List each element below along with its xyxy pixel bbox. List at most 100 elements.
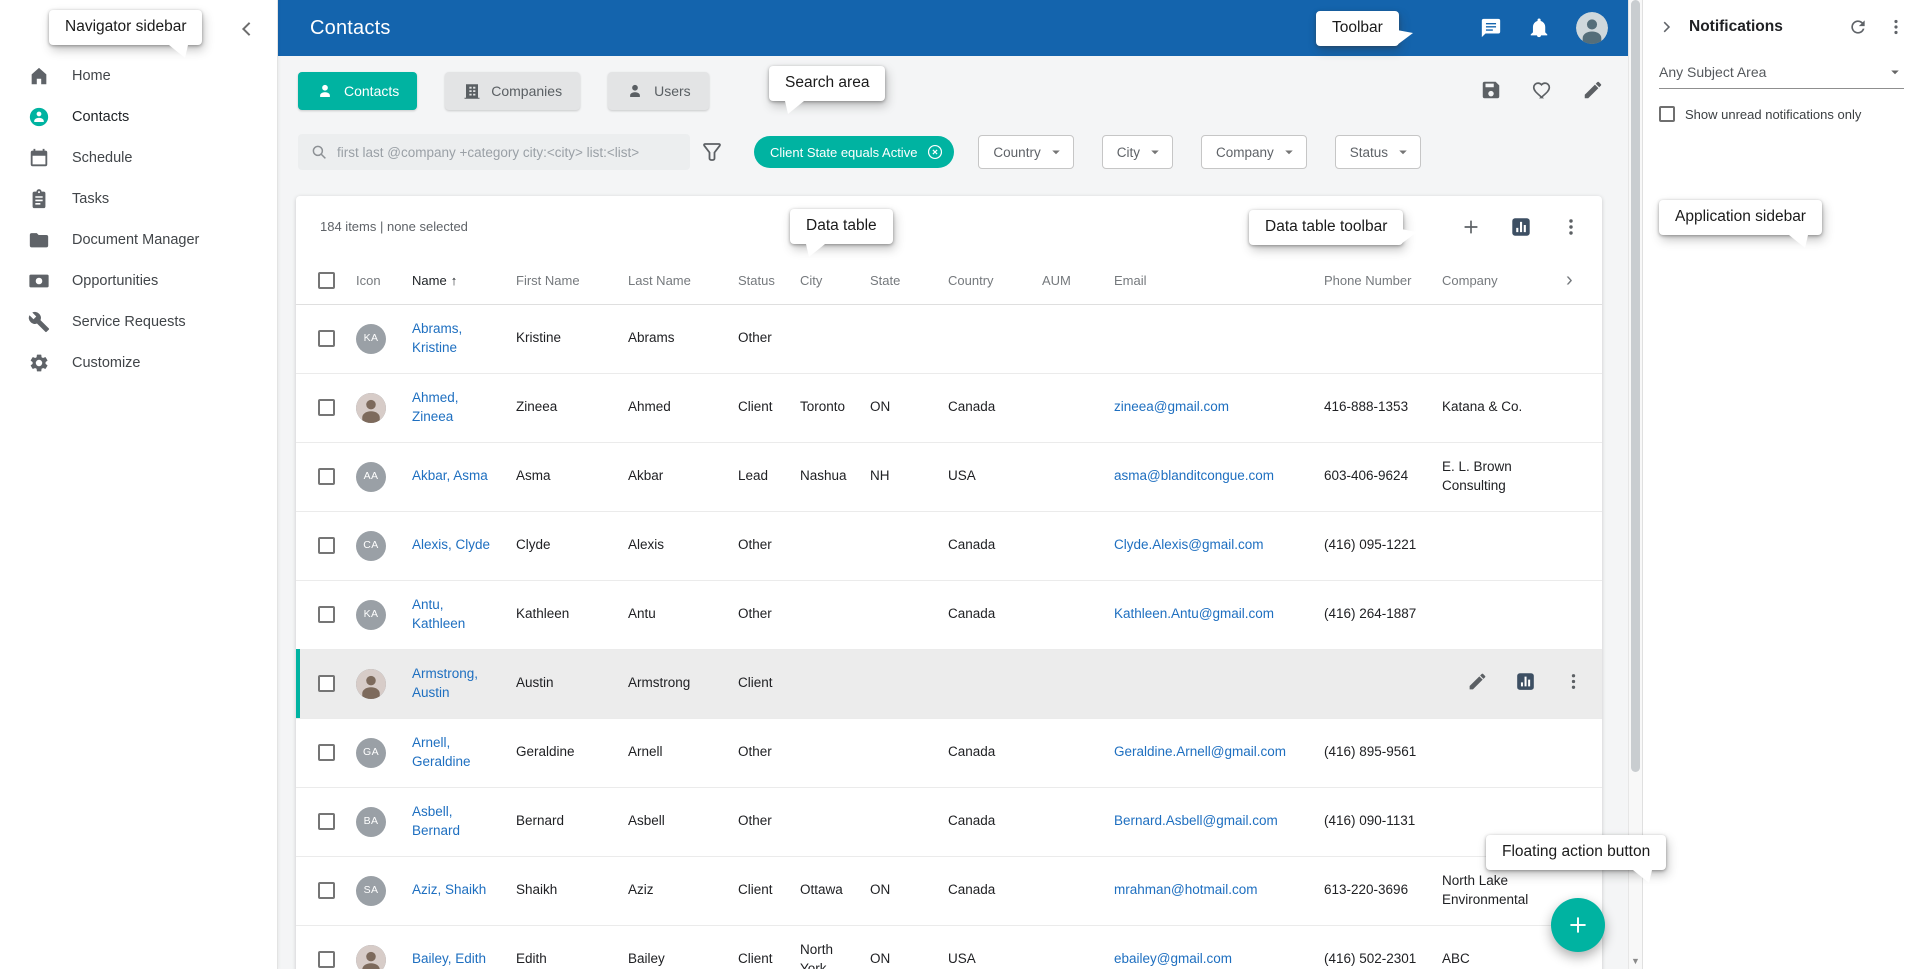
navigator-menu: Home ContactsScheduleTasksDocument Manage… [0, 55, 277, 383]
sidebar-item-tasks[interactable]: Tasks [0, 178, 277, 219]
row-checkbox[interactable] [318, 468, 335, 485]
column-header-first-name[interactable]: First Name [516, 257, 628, 304]
more-options-button[interactable] [1560, 216, 1582, 238]
contact-name-link[interactable]: Asbell, Bernard [412, 803, 494, 839]
column-header-name[interactable]: Name↑ [412, 257, 516, 304]
sidebar-item-home[interactable]: Home [0, 55, 277, 96]
scroll-columns-right-button[interactable]: › [1566, 269, 1573, 291]
contact-name-link[interactable]: Ahmed, Zineea [412, 389, 494, 425]
active-filter-chip[interactable]: Client State equals Active [754, 136, 954, 168]
sidebar-item-customize[interactable]: Customize [0, 342, 277, 383]
column-header-country[interactable]: Country [948, 257, 1042, 304]
view-tab-contacts[interactable]: Contacts [298, 72, 417, 110]
table-row[interactable]: KAAntu, KathleenKathleenAntuOtherCanadaK… [296, 580, 1602, 649]
scrollbar-thumb[interactable] [1631, 0, 1640, 772]
floating-action-button[interactable] [1551, 898, 1605, 952]
filter-city-dropdown[interactable]: City [1102, 135, 1173, 169]
sidebar-item-document-manager[interactable]: Document Manager [0, 219, 277, 260]
filter-chip-label: Client State equals Active [770, 145, 917, 160]
contact-name-link[interactable]: Aziz, Shaikh [412, 881, 486, 899]
sidebar-item-label: Customize [72, 355, 141, 371]
add-record-button[interactable] [1460, 216, 1482, 238]
chevron-down-icon [1047, 143, 1065, 161]
table-row[interactable]: BAAsbell, BernardBernardAsbellOtherCanad… [296, 787, 1602, 856]
contact-email-link[interactable]: zineea@gmail.com [1114, 399, 1229, 414]
scroll-down-arrow[interactable]: ▼ [1629, 956, 1642, 966]
contact-name-link[interactable]: Armstrong, Austin [412, 665, 494, 701]
table-row[interactable]: Ahmed, ZineeaZineeaAhmedClientTorontoONC… [296, 373, 1602, 442]
row-checkbox[interactable] [318, 951, 335, 968]
unread-only-checkbox[interactable] [1659, 106, 1675, 122]
vertical-scrollbar[interactable]: ▼ [1628, 0, 1642, 969]
column-header-state[interactable]: State [870, 257, 948, 304]
edit-button[interactable] [1582, 79, 1604, 101]
funnel-icon [700, 140, 724, 164]
contact-email-link[interactable]: asma@blanditcongue.com [1114, 468, 1274, 483]
column-header-aum[interactable]: AUM [1042, 257, 1114, 304]
column-header-company[interactable]: Company [1442, 257, 1566, 304]
refresh-button[interactable] [1848, 17, 1868, 37]
notifications-bell-button[interactable] [1528, 17, 1550, 39]
row-checkbox[interactable] [318, 330, 335, 347]
filter-company-dropdown[interactable]: Company [1201, 135, 1307, 169]
column-header-city[interactable]: City [800, 257, 870, 304]
row-analytics-button[interactable] [1515, 671, 1536, 692]
column-header-last-name[interactable]: Last Name [628, 257, 738, 304]
contact-name-link[interactable]: Bailey, Edith [412, 950, 486, 968]
select-all-checkbox[interactable] [318, 272, 335, 289]
sidebar-item-contacts[interactable]: Contacts [0, 96, 277, 137]
contact-email-link[interactable]: mrahman@hotmail.com [1114, 882, 1258, 897]
table-row[interactable]: CAAlexis, ClydeClydeAlexisOtherCanadaCly… [296, 511, 1602, 580]
table-row[interactable]: Bailey, EdithEdithBaileyClientNorth York… [296, 925, 1602, 969]
search-input[interactable] [337, 145, 678, 160]
subject-area-dropdown[interactable]: Any Subject Area [1659, 63, 1904, 89]
chat-button[interactable] [1480, 17, 1502, 39]
contact-email-link[interactable]: Geraldine.Arnell@gmail.com [1114, 744, 1286, 759]
table-row[interactable]: KAAbrams, KristineKristineAbramsOther [296, 304, 1602, 373]
contact-email-link[interactable]: ebailey@gmail.com [1114, 951, 1232, 966]
contact-name-link[interactable]: Akbar, Asma [412, 467, 488, 485]
row-checkbox[interactable] [318, 882, 335, 899]
column-header-status[interactable]: Status [738, 257, 800, 304]
view-tab-companies[interactable]: Companies [445, 72, 580, 110]
collapse-sidebar-button[interactable] [233, 16, 259, 42]
contact-email-link[interactable]: Bernard.Asbell@gmail.com [1114, 813, 1278, 828]
column-header-phone-number[interactable]: Phone Number [1324, 257, 1442, 304]
view-tab-users[interactable]: Users [608, 72, 709, 110]
table-row[interactable]: Armstrong, AustinAustinArmstrongClient [296, 649, 1602, 718]
row-checkbox[interactable] [318, 606, 335, 623]
sidebar-item-schedule[interactable]: Schedule [0, 137, 277, 178]
column-header-email[interactable]: Email [1114, 257, 1324, 304]
row-checkbox[interactable] [318, 813, 335, 830]
expand-panel-button[interactable] [1657, 17, 1677, 37]
row-checkbox[interactable] [318, 744, 335, 761]
sidebar-item-service-requests[interactable]: Service Requests [0, 301, 277, 342]
contact-name-link[interactable]: Antu, Kathleen [412, 596, 494, 632]
filter-status-dropdown[interactable]: Status [1335, 135, 1421, 169]
filter-country-dropdown[interactable]: Country [978, 135, 1073, 169]
contact-name-link[interactable]: Abrams, Kristine [412, 320, 494, 356]
favorite-button[interactable] [1531, 79, 1553, 101]
row-checkbox[interactable] [318, 399, 335, 416]
contact-email-link[interactable]: Clyde.Alexis@gmail.com [1114, 537, 1264, 552]
contact-email-link[interactable]: Kathleen.Antu@gmail.com [1114, 606, 1274, 621]
panel-more-options-button[interactable] [1886, 17, 1906, 37]
row-checkbox[interactable] [318, 537, 335, 554]
table-row[interactable]: SAAziz, ShaikhShaikhAzizClientOttawaONCa… [296, 856, 1602, 925]
row-edit-button[interactable] [1467, 671, 1488, 692]
table-row[interactable]: AAAkbar, AsmaAsmaAkbarLeadNashuaNHUSAasm… [296, 442, 1602, 511]
sidebar-item-opportunities[interactable]: Opportunities [0, 260, 277, 301]
contact-name-link[interactable]: Alexis, Clyde [412, 536, 490, 554]
analytics-button[interactable] [1510, 216, 1532, 238]
row-more-options-button[interactable] [1563, 671, 1584, 692]
sidebar-item-label: Home [72, 68, 111, 84]
save-button[interactable] [1480, 79, 1502, 101]
row-checkbox[interactable] [318, 675, 335, 692]
filter-button[interactable] [700, 140, 724, 164]
main-area: Contacts ContactsCompaniesUsers Client S… [278, 0, 1628, 969]
contact-name-link[interactable]: Arnell, Geraldine [412, 734, 494, 770]
remove-filter-button[interactable] [926, 143, 944, 161]
column-header-icon[interactable]: Icon [356, 257, 412, 304]
table-row[interactable]: GAArnell, GeraldineGeraldineArnellOtherC… [296, 718, 1602, 787]
user-avatar[interactable] [1576, 12, 1608, 44]
